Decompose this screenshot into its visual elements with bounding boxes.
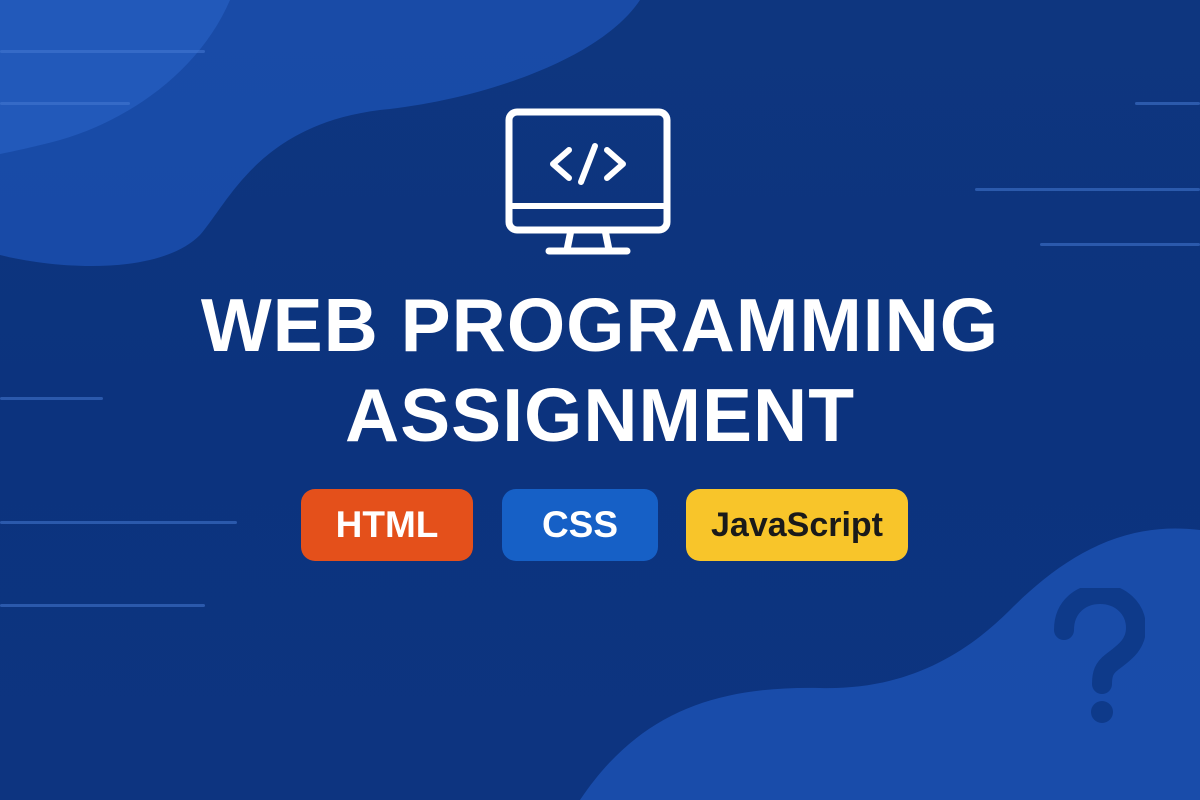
banner-canvas: WEB PROGRAMMING ASSIGNMENT HTML CSS Java… [0,0,1200,800]
badge-javascript: JavaScript [686,489,908,561]
deco-line [1040,243,1200,246]
badge-html: HTML [301,489,473,561]
tech-badges: HTML CSS JavaScript [0,489,1200,561]
page-title-line2: ASSIGNMENT [344,373,856,457]
page-title-line1: WEB PROGRAMMING [200,283,1000,367]
deco-line [0,50,205,53]
monitor-code-icon [505,108,671,255]
deco-line [0,102,130,105]
deco-line [0,604,205,607]
deco-line [975,188,1200,191]
badge-css: CSS [502,489,658,561]
question-mark-icon [1054,588,1145,723]
deco-line [1135,102,1200,105]
